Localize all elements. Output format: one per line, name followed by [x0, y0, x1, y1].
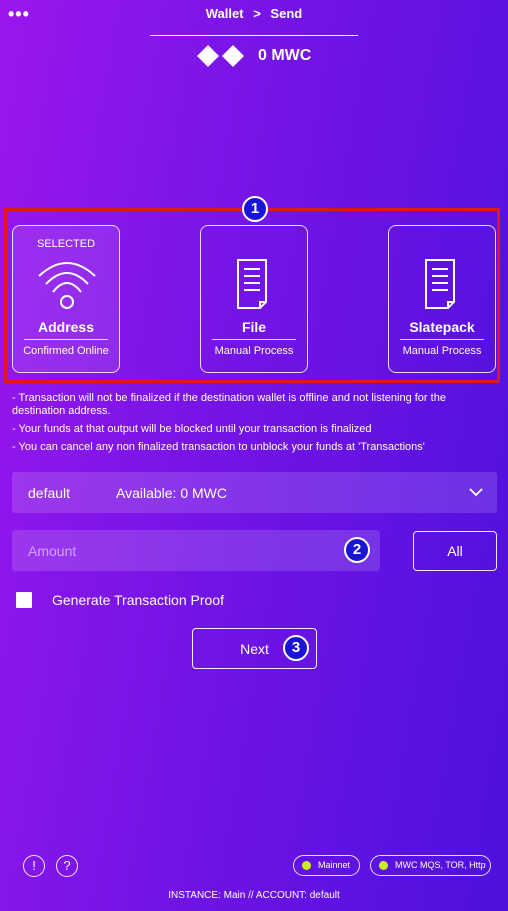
mwc-logo-icon	[197, 45, 244, 67]
breadcrumb-wallet[interactable]: Wallet	[206, 6, 244, 21]
transaction-proof-checkbox[interactable]	[16, 592, 32, 608]
header-divider	[150, 35, 358, 36]
file-icon	[237, 259, 267, 309]
note-blocked: - Your funds at that output will be bloc…	[12, 423, 372, 435]
method-card-file[interactable]: File Manual Process	[200, 225, 308, 373]
step-marker-3: 3	[283, 635, 309, 661]
selected-label: SELECTED	[36, 238, 96, 250]
status-dot-icon	[302, 861, 311, 870]
method-card-address[interactable]: SELECTED Address Confirmed Online	[12, 225, 120, 373]
network-status-pill[interactable]: Mainnet	[293, 855, 360, 876]
step-marker-2: 2	[344, 537, 370, 563]
method-card-slatepack[interactable]: Slatepack Manual Process	[388, 225, 496, 373]
method-title: File	[241, 319, 267, 335]
account-select[interactable]: default Available: 0 MWC	[12, 472, 497, 513]
breadcrumb: Wallet > Send	[0, 6, 508, 21]
account-name: default	[28, 485, 71, 501]
method-subtitle: Confirmed Online	[23, 345, 109, 357]
alert-icon[interactable]: !	[23, 855, 45, 877]
chevron-down-icon	[469, 488, 483, 497]
network-label: Mainnet	[318, 860, 351, 870]
card-divider	[212, 339, 296, 340]
wifi-icon	[38, 262, 96, 309]
method-title: Address	[37, 319, 95, 335]
instance-account-info: INSTANCE: Main // ACCOUNT: default	[168, 890, 340, 901]
step-marker-1: 1	[242, 196, 268, 222]
send-notes: - Transaction will not be finalized if t…	[12, 392, 492, 459]
method-subtitle: Manual Process	[402, 345, 482, 357]
help-icon[interactable]: ?	[56, 855, 78, 877]
method-subtitle: Manual Process	[214, 345, 294, 357]
note-cancel: - You can cancel any non finalized trans…	[12, 441, 425, 453]
note-offline: - Transaction will not be finalized if t…	[12, 392, 446, 417]
wallet-balance: 0 MWC	[258, 47, 312, 64]
transaction-proof-label: Generate Transaction Proof	[52, 592, 224, 608]
available-balance: Available: 0 MWC	[116, 485, 228, 501]
breadcrumb-send: Send	[270, 6, 303, 21]
card-divider	[24, 339, 108, 340]
card-divider	[400, 339, 484, 340]
amount-input[interactable]	[12, 530, 380, 571]
file-icon	[425, 259, 455, 309]
all-button[interactable]: All	[413, 531, 497, 571]
status-dot-icon	[379, 861, 388, 870]
transport-label: MWC MQS, TOR, Http	[395, 860, 486, 870]
transport-status-pill[interactable]: MWC MQS, TOR, Http	[370, 855, 491, 876]
method-title: Slatepack	[409, 319, 475, 335]
breadcrumb-separator: >	[253, 6, 261, 21]
